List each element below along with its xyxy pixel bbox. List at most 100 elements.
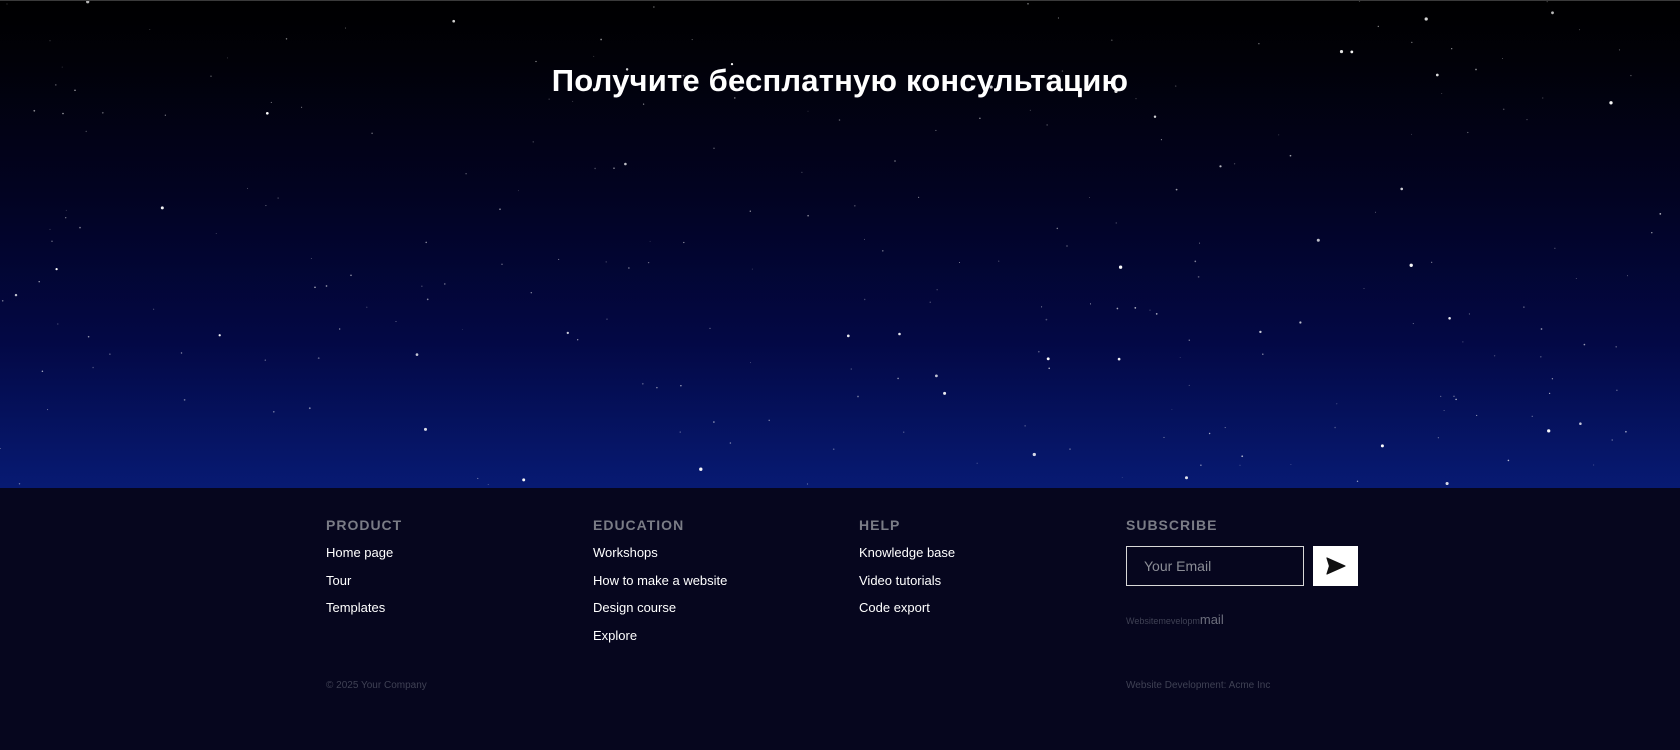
star	[79, 226, 81, 229]
star	[1160, 139, 1162, 141]
star	[1118, 265, 1123, 269]
star	[898, 332, 901, 336]
star	[979, 117, 981, 120]
star	[415, 353, 419, 356]
star	[600, 38, 602, 41]
star	[1024, 425, 1026, 427]
star	[1224, 427, 1226, 429]
star	[897, 377, 899, 380]
footer-link-tour[interactable]: Tour	[326, 572, 402, 600]
star	[936, 289, 938, 291]
star	[1110, 39, 1113, 42]
star	[1453, 395, 1455, 397]
footer-link-home-page[interactable]: Home page	[326, 544, 402, 572]
star	[642, 103, 645, 105]
star	[38, 280, 40, 283]
star	[1583, 343, 1586, 346]
star	[1037, 350, 1040, 353]
star	[85, 130, 87, 133]
star	[935, 374, 938, 378]
star	[218, 334, 221, 337]
star	[1278, 134, 1280, 136]
star	[1069, 448, 1071, 450]
star	[501, 263, 503, 266]
star	[272, 410, 275, 413]
star	[1625, 430, 1627, 433]
star	[149, 28, 151, 30]
star	[751, 268, 753, 270]
star	[853, 204, 856, 207]
footer-link-how-to-make-website[interactable]: How to make a website	[593, 572, 727, 600]
star	[33, 109, 36, 112]
star	[183, 399, 186, 401]
star	[1046, 124, 1048, 126]
star	[1027, 3, 1029, 5]
star	[1262, 353, 1264, 355]
star	[649, 240, 651, 242]
star	[1179, 357, 1181, 359]
star	[1451, 48, 1453, 50]
star	[1115, 222, 1117, 224]
star	[998, 260, 1000, 262]
star	[301, 106, 303, 108]
star	[1194, 260, 1197, 263]
star	[265, 205, 267, 207]
star	[679, 431, 681, 433]
developer-credit-link[interactable]: Website Development: Acme Inc	[1126, 680, 1270, 691]
star	[1029, 109, 1031, 111]
star	[641, 382, 644, 385]
star	[1462, 341, 1464, 343]
footer-link-knowledge-base[interactable]: Knowledge base	[859, 544, 955, 572]
star	[1089, 197, 1091, 199]
star	[1507, 459, 1510, 462]
star	[426, 298, 429, 301]
footer-link-code-export[interactable]: Code export	[859, 599, 955, 627]
star	[653, 6, 655, 8]
star	[943, 391, 947, 395]
star	[180, 352, 183, 354]
star	[423, 427, 428, 431]
footer-link-video-tutorials[interactable]: Video tutorials	[859, 572, 955, 600]
star	[1440, 395, 1442, 398]
footer-heading-subscribe: SUBSCRIBE	[1126, 517, 1218, 533]
star	[1356, 480, 1359, 482]
star	[1609, 101, 1613, 105]
star	[846, 334, 850, 338]
footer-link-design-course[interactable]: Design course	[593, 599, 727, 627]
footer-heading-help: HELP	[859, 517, 901, 533]
footer-column-product: PRODUCT Home page Tour Templates	[326, 516, 402, 627]
star	[277, 197, 279, 199]
star	[1197, 276, 1200, 278]
star	[92, 366, 94, 369]
star	[1188, 339, 1191, 342]
star	[1259, 330, 1262, 334]
star	[1400, 187, 1404, 191]
subscribe-submit-button[interactable]	[1313, 546, 1358, 586]
hero-title: Получите бесплатную консультацию	[551, 63, 1129, 98]
star	[691, 39, 693, 41]
star	[1289, 154, 1292, 157]
email-input[interactable]	[1126, 546, 1304, 586]
star	[1615, 346, 1617, 348]
star	[713, 147, 715, 150]
footer-link-explore[interactable]: Explore	[593, 627, 727, 655]
star	[57, 323, 59, 325]
footer-column-education: EDUCATION Workshops How to make a websit…	[593, 516, 727, 654]
star	[1412, 323, 1414, 325]
footer-links-product: Home page Tour Templates	[326, 544, 402, 627]
star	[55, 267, 58, 271]
footer-link-workshops[interactable]: Workshops	[593, 544, 727, 572]
star	[0, 447, 1, 450]
star	[1424, 17, 1428, 21]
star	[1551, 11, 1554, 15]
star	[49, 228, 51, 230]
star	[768, 419, 770, 422]
footer-heading-product: PRODUCT	[326, 517, 403, 533]
footer-link-templates[interactable]: Templates	[326, 599, 402, 627]
star	[903, 431, 905, 433]
star	[577, 339, 579, 341]
star	[801, 171, 803, 174]
star	[1208, 432, 1211, 435]
star	[1316, 238, 1320, 242]
star	[530, 291, 533, 294]
